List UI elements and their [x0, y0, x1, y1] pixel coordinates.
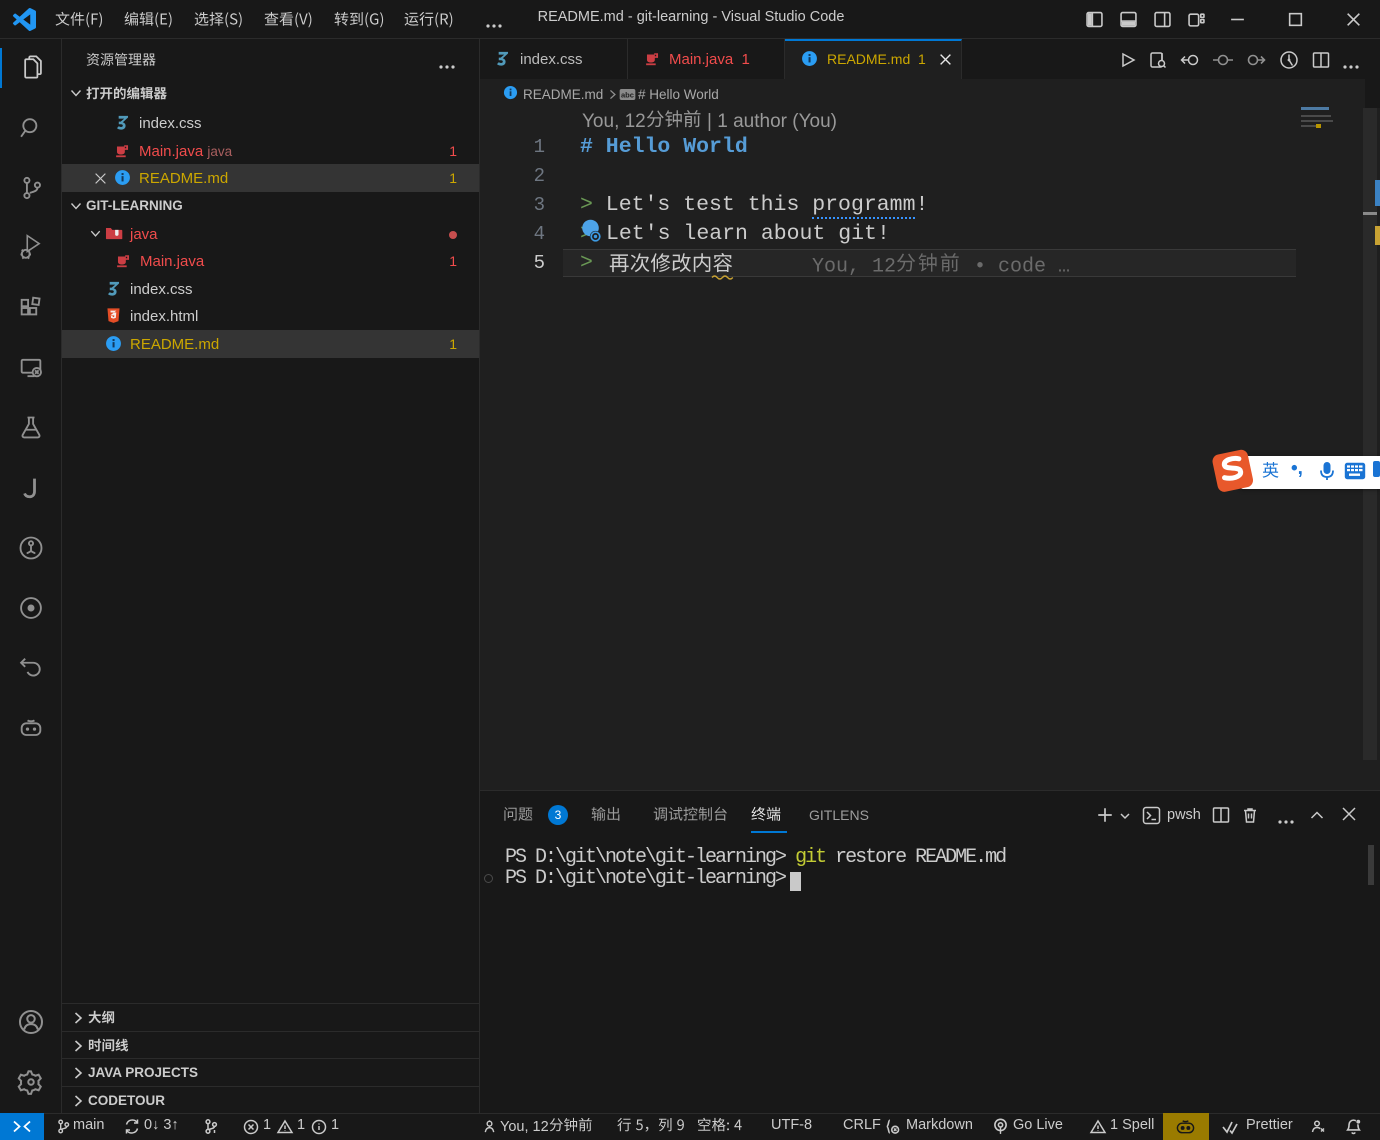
- svg-text:abc: abc: [621, 90, 634, 99]
